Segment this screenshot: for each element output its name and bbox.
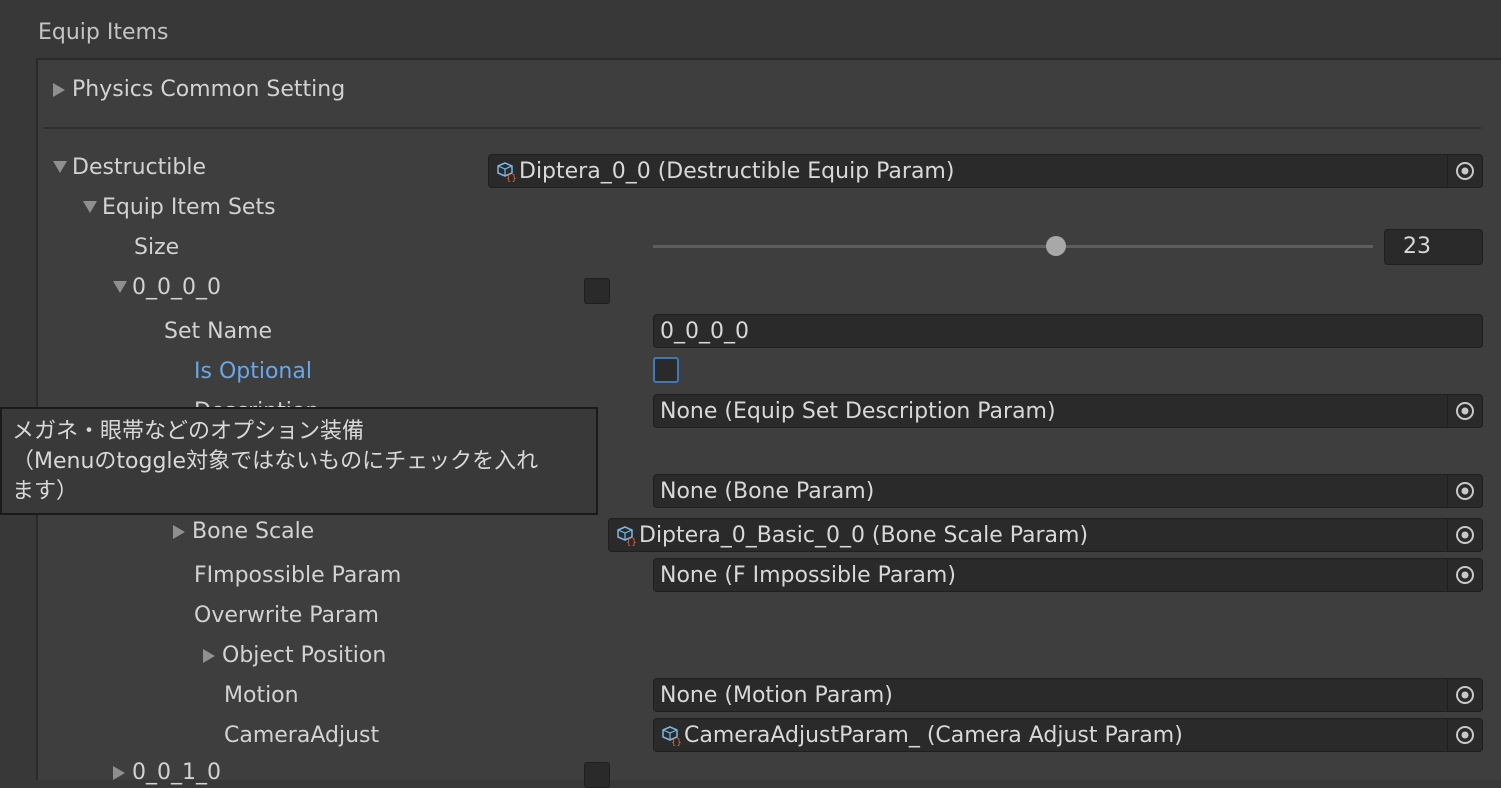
foldout-equip-item-sets[interactable]: Equip Item Sets [82,193,276,223]
foldout-object-position[interactable]: Object Position [202,641,386,671]
set-name-label: Set Name [164,319,273,344]
field-value: None (F Impossible Param) [660,562,956,588]
svg-text:{}: {} [626,538,637,546]
motion-object-field[interactable]: None (Motion Param) [653,678,1483,712]
foldout-label: Destructible [72,155,206,180]
foldout-label: Bone Scale [192,519,315,544]
destructible-object-field[interactable]: {} Diptera_0_0 (Destructible Equip Param… [488,154,1483,188]
size-slider-track[interactable] [653,245,1373,248]
triangle-down-icon [112,280,127,296]
set-name-input[interactable]: 0_0_0_0 [653,314,1483,348]
field-value: Diptera_0_Basic_0_0 (Bone Scale Param) [639,522,1089,548]
bone-object-field[interactable]: None (Bone Param) [653,474,1483,508]
triangle-down-icon [82,200,97,216]
object-picker-icon[interactable] [1447,719,1482,751]
object-picker-icon[interactable] [1447,559,1482,591]
foldout-label: Physics Common Setting [72,77,346,102]
object-picker-icon[interactable] [1447,519,1482,551]
field-value: None (Equip Set Description Param) [660,398,1056,424]
foldout-label: Object Position [222,643,387,668]
tooltip-line: ます） [12,479,79,504]
foldout-label: 0_0_0_0 [132,275,221,300]
triangle-right-icon [202,648,216,664]
foldout-set-0010[interactable]: 0_0_1_0 [112,758,221,788]
triangle-right-icon [52,82,66,98]
triangle-down-icon [52,160,67,176]
scriptable-object-icon: {} [615,524,637,548]
set-0010-enabled-checkbox[interactable] [584,762,610,788]
field-value: None (Bone Param) [660,478,875,504]
scriptable-object-icon: {} [660,724,682,748]
size-number-field[interactable]: 23 [1384,229,1483,265]
object-picker-icon[interactable] [1447,395,1482,427]
is-optional-checkbox[interactable] [653,357,679,383]
size-label: Size [134,235,180,260]
svg-text:{}: {} [506,174,517,182]
is-optional-label: Is Optional [194,359,312,384]
overwrite-param-label: Overwrite Param [194,603,379,628]
foldout-bone-scale[interactable]: Bone Scale [172,517,314,547]
description-object-field[interactable]: None (Equip Set Description Param) [653,394,1483,428]
scriptable-object-icon: {} [495,160,517,184]
camera-adjust-label: CameraAdjust [224,723,380,748]
fimpossible-param-label: FImpossible Param [194,563,402,588]
is-optional-tooltip: メガネ・眼帯などのオプション装備 （Menuのtoggle対象ではないものにチェ… [0,407,598,515]
foldout-label: Equip Item Sets [102,195,276,220]
bone-scale-object-field[interactable]: {} Diptera_0_Basic_0_0 (Bone Scale Param… [608,518,1483,552]
object-picker-icon[interactable] [1447,475,1482,507]
field-value: Diptera_0_0 (Destructible Equip Param) [519,158,955,184]
svg-text:{}: {} [671,738,682,746]
set-0000-enabled-checkbox[interactable] [584,278,610,304]
object-picker-icon[interactable] [1447,679,1482,711]
field-value: 0_0_0_0 [660,318,749,344]
tooltip-line: （Menuのtoggle対象ではないものにチェックを入れ [12,449,539,474]
field-value: None (Motion Param) [660,682,893,708]
field-value: CameraAdjustParam_ (Camera Adjust Param) [684,722,1183,748]
foldout-label: 0_0_1_0 [132,760,221,785]
motion-label: Motion [224,683,299,708]
foldout-set-0000[interactable]: 0_0_0_0 [112,273,221,303]
tooltip-line: メガネ・眼帯などのオプション装備 [12,419,365,444]
triangle-right-icon [112,765,126,781]
divider [44,127,1481,129]
foldout-physics-common-setting[interactable]: Physics Common Setting [52,75,345,105]
camera-adjust-object-field[interactable]: {} CameraAdjustParam_ (Camera Adjust Par… [653,718,1483,752]
foldout-destructible[interactable]: Destructible [52,153,206,183]
object-picker-icon[interactable] [1447,155,1482,187]
section-title: Equip Items [38,20,169,45]
fimpossible-object-field[interactable]: None (F Impossible Param) [653,558,1483,592]
triangle-right-icon [172,524,186,540]
